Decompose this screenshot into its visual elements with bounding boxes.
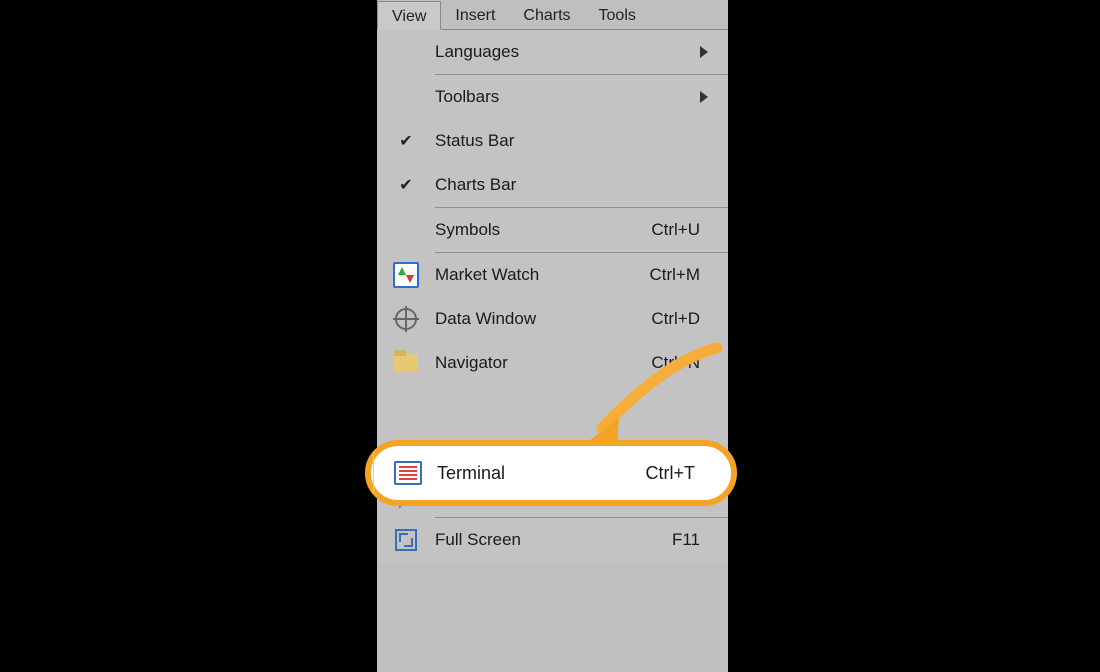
annotation-highlight: Terminal Ctrl+T	[365, 440, 737, 506]
chevron-right-icon	[700, 46, 708, 58]
shortcut-label: Ctrl+D	[638, 309, 728, 329]
menubar: View Insert Charts Tools	[377, 0, 728, 30]
blank-icon	[377, 75, 435, 119]
menu-item-label: Charts Bar	[435, 175, 728, 195]
app-frame: View Insert Charts Tools Languages Toolb…	[377, 0, 728, 672]
menu-item-label: Full Screen	[435, 530, 638, 550]
menu-item-label: Toolbars	[435, 87, 728, 107]
blank-icon	[377, 30, 435, 74]
market-watch-icon	[377, 253, 435, 297]
chevron-right-icon	[700, 91, 708, 103]
menu-item-label: Data Window	[435, 309, 638, 329]
shortcut-label: Ctrl+N	[638, 353, 728, 373]
menu-insert[interactable]: Insert	[441, 0, 509, 29]
menu-view[interactable]: View	[377, 1, 441, 30]
menu-item-full-screen[interactable]: Full Screen F11	[377, 518, 728, 562]
menu-item-charts-bar[interactable]: ✔ Charts Bar	[377, 163, 728, 207]
menu-item-data-window[interactable]: Data Window Ctrl+D	[377, 297, 728, 341]
shortcut-label: Ctrl+M	[638, 265, 728, 285]
menu-item-symbols[interactable]: Symbols Ctrl+U	[377, 208, 728, 252]
menu-item-label: Symbols	[435, 220, 638, 240]
terminal-icon	[379, 446, 437, 500]
folder-icon	[377, 341, 435, 385]
blank-icon	[377, 208, 435, 252]
fullscreen-icon	[377, 518, 435, 562]
menu-item-label: Market Watch	[435, 265, 638, 285]
menu-item-label: Languages	[435, 42, 728, 62]
menu-item-label: Status Bar	[435, 131, 728, 151]
check-icon: ✔	[377, 163, 435, 207]
crosshair-icon	[377, 297, 435, 341]
menu-item-languages[interactable]: Languages	[377, 30, 728, 74]
menu-item-toolbars[interactable]: Toolbars	[377, 75, 728, 119]
menu-item-market-watch[interactable]: Market Watch Ctrl+M	[377, 253, 728, 297]
shortcut-label: Ctrl+T	[641, 463, 731, 484]
menu-item-status-bar[interactable]: ✔ Status Bar	[377, 119, 728, 163]
menu-item-navigator[interactable]: Navigator Ctrl+N	[377, 341, 728, 385]
check-icon: ✔	[377, 119, 435, 163]
menu-tools[interactable]: Tools	[585, 0, 650, 29]
shortcut-label: Ctrl+U	[638, 220, 728, 240]
menu-item-label: Terminal	[437, 463, 641, 484]
menu-charts[interactable]: Charts	[509, 0, 584, 29]
menu-item-label: Navigator	[435, 353, 638, 373]
shortcut-label: F11	[638, 530, 728, 550]
